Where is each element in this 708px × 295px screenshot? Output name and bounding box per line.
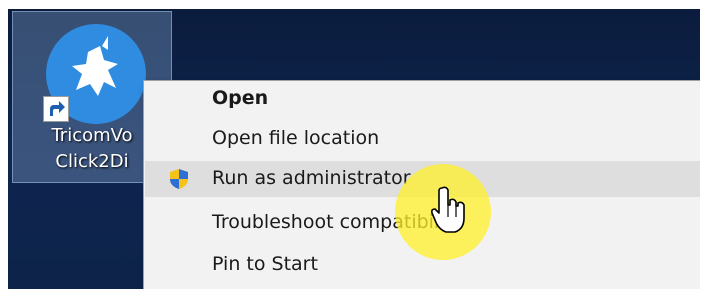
shortcut-arrow-icon bbox=[43, 96, 69, 122]
screenshot-frame: TricomVo Click2Di Open Open file locatio… bbox=[0, 0, 708, 295]
menu-item-label: Pin to Start bbox=[212, 253, 318, 275]
desktop[interactable]: TricomVo Click2Di Open Open file locatio… bbox=[8, 9, 700, 289]
uac-shield-icon bbox=[169, 168, 189, 190]
menu-item-open-file-location[interactable]: Open file location bbox=[145, 121, 700, 157]
menu-item-label: Open file location bbox=[212, 127, 380, 149]
menu-item-open[interactable]: Open bbox=[145, 81, 700, 117]
menu-item-label: Run as administrator bbox=[212, 167, 411, 189]
hand-pointer-icon bbox=[429, 185, 469, 235]
menu-item-label: Open bbox=[212, 87, 269, 109]
